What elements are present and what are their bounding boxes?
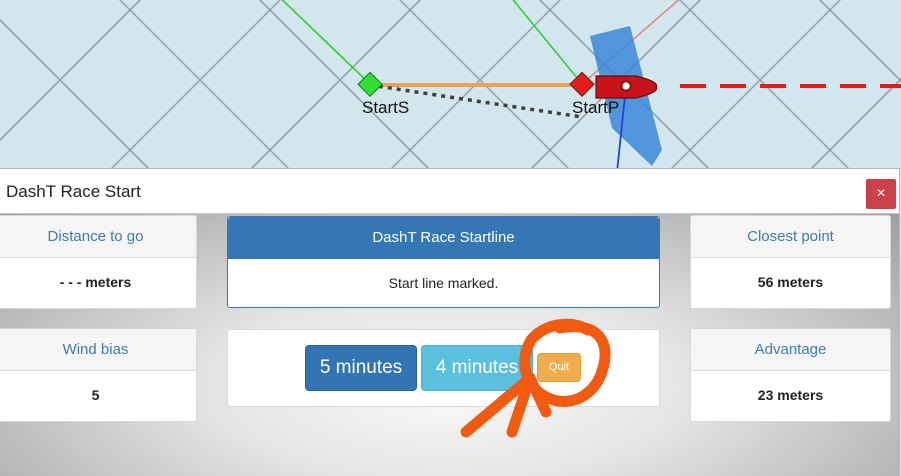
- wind-bias-label: Wind bias: [0, 329, 196, 371]
- distance-panel: Distance to go - - - meters: [0, 215, 197, 309]
- wind-bias-panel: Wind bias 5: [0, 328, 197, 422]
- port-layline-green: [512, 0, 583, 85]
- startline-heading: DashT Race Startline: [228, 217, 659, 259]
- timer-panel: 5 minutes 4 minutes Quit: [227, 329, 660, 407]
- starboard-layline: [281, 0, 371, 85]
- five-minutes-button[interactable]: 5 minutes: [305, 345, 417, 391]
- advantage-panel: Advantage 23 meters: [690, 328, 891, 422]
- chart-map[interactable]: StartS StartP: [0, 0, 901, 170]
- start-s-label: StartS: [362, 98, 410, 117]
- quit-button[interactable]: Quit: [537, 353, 581, 382]
- startline-panel: DashT Race Startline Start line marked.: [227, 216, 660, 308]
- distance-value: - - - meters: [59, 274, 132, 290]
- start-p-label: StartP: [572, 98, 620, 117]
- dialog-titlebar[interactable]: DashT Race Start ×: [0, 169, 899, 214]
- closest-point-value: 56 meters: [757, 274, 824, 290]
- closest-point-panel: Closest point 56 meters: [690, 215, 891, 309]
- distance-label: Distance to go: [0, 216, 196, 258]
- advantage-value: 23 meters: [757, 387, 824, 403]
- map-canvas: [0, 0, 901, 170]
- dialog-body: Distance to go - - - meters DashT Race S…: [0, 214, 899, 476]
- dialog-title: DashT Race Start: [6, 182, 141, 201]
- closest-point-label: Closest point: [691, 216, 890, 258]
- advantage-label: Advantage: [691, 329, 890, 371]
- startline-status: Start line marked.: [388, 275, 499, 291]
- boat-icon[interactable]: [595, 75, 658, 99]
- four-minutes-button[interactable]: 4 minutes: [421, 345, 533, 391]
- close-button[interactable]: ×: [866, 179, 896, 209]
- wind-bias-value: 5: [91, 387, 100, 403]
- race-start-dialog: DashT Race Start × Distance to go - - - …: [0, 168, 900, 476]
